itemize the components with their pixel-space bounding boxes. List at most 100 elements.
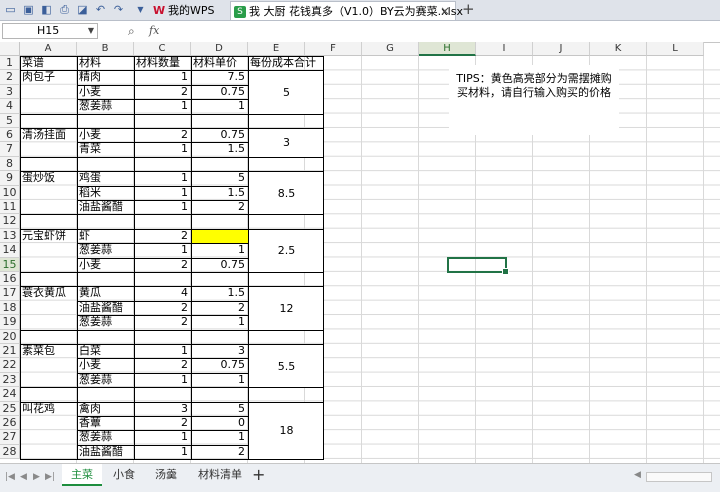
name-box[interactable]: H15 ▼ — [2, 23, 98, 39]
column-header[interactable]: B — [77, 42, 134, 56]
cell-c6[interactable]: 2 — [134, 128, 191, 142]
chevron-down-icon[interactable]: ▼ — [88, 24, 94, 38]
row-header[interactable]: 6 — [0, 128, 20, 143]
row-header[interactable]: 17 — [0, 286, 20, 301]
total-cell-e9[interactable]: 8.5 — [249, 172, 324, 215]
row-header[interactable]: 7 — [0, 142, 20, 157]
cell-d18[interactable]: 2 — [191, 301, 248, 315]
row-header[interactable]: 11 — [0, 200, 20, 215]
cell-c22[interactable]: 2 — [134, 358, 191, 372]
column-header[interactable]: J — [533, 42, 590, 56]
cell-c23[interactable]: 1 — [134, 373, 191, 387]
prev-sheet-icon[interactable]: ◀ — [20, 472, 27, 482]
total-cell-e2[interactable]: 5 — [249, 71, 324, 114]
row-header[interactable]: 18 — [0, 300, 20, 316]
cell-d9[interactable]: 5 — [191, 171, 248, 185]
cell-c7[interactable]: 1 — [134, 142, 191, 156]
cell-c25[interactable]: 3 — [134, 402, 191, 416]
cell-b25[interactable]: 禽肉 — [77, 402, 134, 416]
cell-a2[interactable]: 肉包子 — [20, 70, 77, 84]
cell-b2[interactable]: 精肉 — [77, 70, 134, 84]
redo-icon[interactable]: ↷ — [112, 3, 125, 16]
cell-b23[interactable]: 葱姜蒜 — [77, 373, 134, 387]
row-header[interactable]: 1 — [0, 56, 20, 71]
cell-b19[interactable]: 葱姜蒜 — [77, 315, 134, 329]
column-header[interactable]: E — [248, 42, 305, 56]
next-sheet-icon[interactable]: ▶ — [33, 472, 40, 482]
select-all-corner[interactable] — [0, 42, 20, 56]
new-tab-button[interactable]: + — [462, 0, 475, 19]
cell-d6[interactable]: 0.75 — [191, 128, 248, 142]
cell-b22[interactable]: 小麦 — [77, 358, 134, 372]
column-header[interactable]: F — [305, 42, 362, 56]
column-header[interactable]: D — [191, 42, 248, 56]
cell-a6[interactable]: 清汤挂面 — [20, 128, 77, 142]
total-cell-e17[interactable]: 12 — [249, 287, 324, 330]
cell-a1[interactable]: 菜谱 — [20, 56, 77, 70]
cell-c10[interactable]: 1 — [134, 186, 191, 200]
fill-handle[interactable] — [502, 267, 509, 275]
cell-d26[interactable]: 0 — [191, 416, 248, 430]
cell-c18[interactable]: 2 — [134, 301, 191, 315]
zoom-search-icon[interactable]: ⌕ — [128, 24, 135, 39]
sheet-tab-main[interactable]: 主菜 — [62, 464, 102, 486]
row-header[interactable]: 12 — [0, 214, 20, 229]
cell-d19[interactable]: 1 — [191, 315, 248, 329]
cell-a25[interactable]: 叫花鸡 — [20, 402, 77, 416]
cell-b21[interactable]: 白菜 — [77, 344, 134, 358]
cell-b6[interactable]: 小麦 — [77, 128, 134, 142]
row-header[interactable]: 19 — [0, 315, 20, 330]
cell-b18[interactable]: 油盐酱醋 — [77, 301, 134, 315]
cell-b26[interactable]: 香蕈 — [77, 416, 134, 430]
cell-c15[interactable]: 2 — [134, 258, 191, 272]
cell-d25[interactable]: 5 — [191, 402, 248, 416]
cell-d4[interactable]: 1 — [191, 99, 248, 113]
row-header[interactable]: 22 — [0, 358, 20, 373]
open-folder-icon[interactable]: ▭ — [4, 3, 17, 16]
cell-c27[interactable]: 1 — [134, 430, 191, 444]
row-header[interactable]: 9 — [0, 171, 20, 186]
scrollbar-thumb[interactable] — [646, 472, 712, 482]
row-header[interactable]: 8 — [0, 156, 20, 172]
cell-c28[interactable]: 1 — [134, 445, 191, 459]
cell-c21[interactable]: 1 — [134, 344, 191, 358]
cell-b9[interactable]: 鸡蛋 — [77, 171, 134, 185]
column-header[interactable]: C — [134, 42, 191, 56]
column-header[interactable]: K — [590, 42, 647, 56]
close-tab-icon[interactable]: × — [440, 2, 450, 21]
sheet-tab-soups[interactable]: 汤羹 — [146, 464, 186, 486]
tab-my-wps[interactable]: W 我的WPS — [150, 1, 228, 20]
cell-d1[interactable]: 材料单价 — [191, 56, 248, 70]
row-header[interactable]: 27 — [0, 430, 20, 445]
cell-a17[interactable]: 蓑衣黄瓜 — [20, 286, 77, 300]
cell-d28[interactable]: 2 — [191, 445, 248, 459]
cell-b17[interactable]: 黄瓜 — [77, 286, 134, 300]
cell-d22[interactable]: 0.75 — [191, 358, 248, 372]
column-header[interactable]: A — [20, 42, 77, 56]
cell-c13[interactable]: 2 — [134, 229, 191, 243]
row-header[interactable]: 24 — [0, 387, 20, 402]
cell-d27[interactable]: 1 — [191, 430, 248, 444]
cell-d14[interactable]: 1 — [191, 243, 248, 257]
cell-d2[interactable]: 7.5 — [191, 70, 248, 84]
cell-d10[interactable]: 1.5 — [191, 186, 248, 200]
cell-c19[interactable]: 2 — [134, 315, 191, 329]
worksheet-grid[interactable]: 5 3 8.5 2.5 12 5.5 18 TIPS：黄色高亮部分为需摆摊购买材… — [20, 56, 720, 463]
cell-b28[interactable]: 油盐酱醋 — [77, 445, 134, 459]
preview-icon[interactable]: ◪ — [76, 3, 89, 16]
cell-c1[interactable]: 材料数量 — [134, 56, 191, 70]
cell-b7[interactable]: 青菜 — [77, 142, 134, 156]
cell-c9[interactable]: 1 — [134, 171, 191, 185]
row-header[interactable]: 3 — [0, 84, 20, 100]
first-sheet-icon[interactable]: |◀ — [5, 472, 15, 482]
row-header[interactable]: 13 — [0, 228, 20, 244]
cell-b4[interactable]: 葱姜蒜 — [77, 99, 134, 113]
last-sheet-icon[interactable]: ▶| — [45, 472, 55, 482]
cell-b10[interactable]: 稻米 — [77, 186, 134, 200]
cell-d3[interactable]: 0.75 — [191, 85, 248, 99]
row-header[interactable]: 28 — [0, 444, 20, 460]
cell-c14[interactable]: 1 — [134, 243, 191, 257]
row-header[interactable]: 20 — [0, 329, 20, 344]
column-header[interactable]: H — [419, 42, 476, 56]
cell-d7[interactable]: 1.5 — [191, 142, 248, 156]
